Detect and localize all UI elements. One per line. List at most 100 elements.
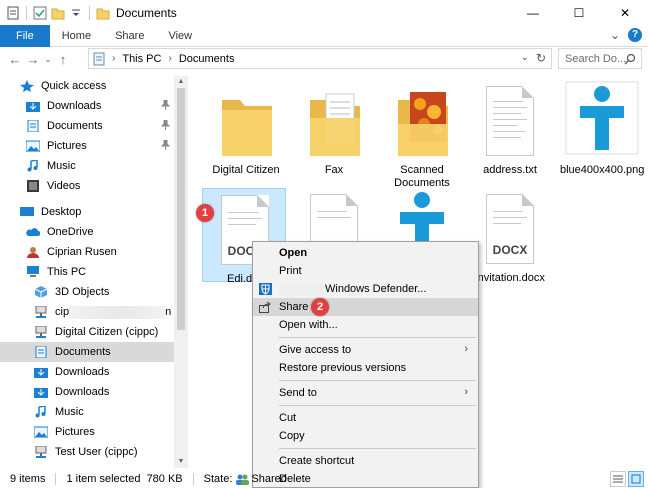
nav-item-downloads[interactable]: Downloads: [0, 382, 174, 402]
navigation-pane: Quick access Downloads Documents Pictures Mu…: [0, 76, 174, 468]
new-folder-icon[interactable]: [51, 6, 65, 20]
menu-separator: [279, 405, 476, 406]
menu-item-copy[interactable]: Copy: [253, 427, 478, 445]
up-button[interactable]: ↑: [54, 52, 72, 67]
nav-item-music[interactable]: Music: [0, 402, 174, 422]
title-bar: Documents — ☐ ✕: [0, 0, 648, 25]
address-dropdown-icon[interactable]: ⌄: [521, 52, 529, 63]
view-switcher: [610, 471, 644, 487]
breadcrumb-this-pc[interactable]: This PC: [122, 53, 161, 65]
tab-share[interactable]: Share: [103, 25, 156, 47]
redacted-text: [69, 305, 166, 319]
maximize-button[interactable]: ☐: [556, 0, 602, 25]
nav-item-label: Downloads: [55, 366, 110, 378]
search-box[interactable]: Search Do...: [558, 48, 642, 69]
file-tile-address-txt[interactable]: address.txt: [468, 80, 552, 177]
menu-item-open[interactable]: Open: [253, 244, 478, 262]
nav-item-quick-access[interactable]: Quick access: [0, 76, 174, 96]
file-tile-digital-citizen[interactable]: Digital Citizen: [204, 80, 288, 177]
menu-item-restore-previous-versions[interactable]: Restore previous versions: [253, 359, 478, 377]
minimize-button[interactable]: —: [510, 0, 556, 25]
close-button[interactable]: ✕: [602, 0, 648, 25]
nav-item-documents[interactable]: Documents: [0, 116, 174, 136]
large-icons-view-icon[interactable]: [628, 471, 644, 487]
file-name: Digital Citizen: [212, 164, 280, 176]
file-tile-blue400x400-png[interactable]: blue400x400.png: [560, 80, 644, 177]
tab-view[interactable]: View: [156, 25, 204, 47]
scrollbar-thumb[interactable]: [177, 88, 185, 330]
step-badge-2: 2: [311, 298, 329, 316]
address-bar[interactable]: › This PC › Documents ⌄ ↻: [88, 48, 552, 69]
expand-ribbon-chevron-icon[interactable]: ⌄: [610, 28, 620, 42]
file-name: blue400x400.png: [560, 164, 645, 176]
menu-item-share[interactable]: Share 2: [253, 298, 478, 316]
nav-item-this-pc[interactable]: This PC: [0, 262, 174, 282]
menu-item-cut[interactable]: Cut: [253, 409, 478, 427]
nav-item-videos[interactable]: Videos: [0, 176, 174, 196]
nav-item-label: Videos: [47, 180, 81, 192]
nav-item-label: 3D Objects: [55, 286, 110, 298]
search-icon: [624, 53, 636, 68]
menu-item-open-with[interactable]: Open with...: [253, 316, 478, 334]
videos-icon: [26, 180, 40, 192]
refresh-icon[interactable]: ↻: [536, 51, 546, 65]
back-button[interactable]: ←: [6, 52, 24, 67]
nav-item-label: cip: [55, 306, 70, 318]
menu-item-print[interactable]: Print: [253, 262, 478, 280]
checkmark-icon[interactable]: [33, 6, 47, 20]
nav-item-ciprian-rusen[interactable]: Ciprian Rusen: [0, 242, 174, 262]
submenu-arrow-icon: ›: [464, 386, 468, 398]
nav-item-digital-citizen-cippc[interactable]: Digital Citizen (cippc): [0, 322, 174, 342]
tab-home[interactable]: Home: [50, 25, 103, 47]
menu-item-give-access-to[interactable]: Give access to ›: [253, 341, 478, 359]
nav-item-3d-objects[interactable]: 3D Objects: [0, 282, 174, 302]
network-drive-icon: [34, 325, 48, 338]
search-input[interactable]: Search Do...: [565, 53, 626, 65]
nav-item-label: Digital Citizen (cippc): [55, 326, 159, 338]
nav-item-pictures[interactable]: Pictures: [0, 422, 174, 442]
3d-objects-icon: [34, 286, 48, 298]
music-icon: [34, 405, 48, 418]
nav-item-test-user-cippc[interactable]: Test User (cippc): [0, 442, 174, 462]
file-tile-scanned-documents[interactable]: Scanned Documents: [380, 80, 464, 190]
scroll-up-icon[interactable]: ▲: [174, 76, 188, 88]
nav-item-label: OneDrive: [47, 226, 94, 238]
menu-item-send-to[interactable]: Send to ›: [253, 384, 478, 402]
file-tile-fax[interactable]: Fax: [292, 80, 376, 177]
nav-item-label: Desktop: [41, 206, 82, 218]
breadcrumb-documents[interactable]: Documents: [179, 53, 235, 65]
this-pc-icon: [26, 266, 40, 278]
nav-item-downloads[interactable]: Downloads: [0, 96, 174, 116]
customize-toolbar-icon[interactable]: [69, 6, 83, 20]
nav-item-label: Pictures: [55, 426, 95, 438]
file-tile-invitation-docx[interactable]: DOCX invitation.docx: [468, 188, 552, 285]
help-icon[interactable]: ?: [628, 28, 642, 42]
menu-item-create-shortcut[interactable]: Create shortcut: [253, 452, 478, 470]
nav-item-cip[interactable]: cip n: [0, 302, 174, 322]
onedrive-icon: [26, 226, 41, 238]
file-name: Scanned Documents: [394, 164, 450, 189]
quick-access-toolbar: [0, 5, 110, 20]
menu-item-windows-defender[interactable]: Windows Defender...: [253, 280, 478, 298]
menu-item-label: Cut: [279, 412, 297, 424]
recent-locations-button[interactable]: ⌄: [42, 54, 54, 65]
breadcrumb-separator-icon: ›: [168, 53, 172, 64]
nav-scrollbar[interactable]: ▲ ▼: [174, 76, 188, 468]
breadcrumb-separator-icon: ›: [112, 53, 116, 64]
menu-item-label: Windows Defender...: [325, 283, 427, 295]
nav-item-music[interactable]: Music: [0, 156, 174, 176]
ribbon-tabs: File Home Share View ⌄ ?: [0, 24, 648, 47]
details-view-icon[interactable]: [610, 471, 626, 487]
scroll-down-icon[interactable]: ▼: [174, 456, 188, 468]
nav-item-onedrive[interactable]: OneDrive: [0, 222, 174, 242]
properties-icon[interactable]: [6, 6, 20, 20]
nav-item-documents[interactable]: Documents: [0, 342, 174, 362]
toolbar-divider: [26, 5, 27, 20]
share-icon: [259, 301, 272, 313]
nav-item-downloads[interactable]: Downloads: [0, 362, 174, 382]
nav-item-pictures[interactable]: Pictures: [0, 136, 174, 156]
forward-button[interactable]: →: [24, 52, 42, 67]
tab-file[interactable]: File: [0, 24, 50, 47]
nav-item-desktop[interactable]: Desktop: [0, 202, 174, 222]
menu-item-label: Give access to: [279, 344, 352, 356]
